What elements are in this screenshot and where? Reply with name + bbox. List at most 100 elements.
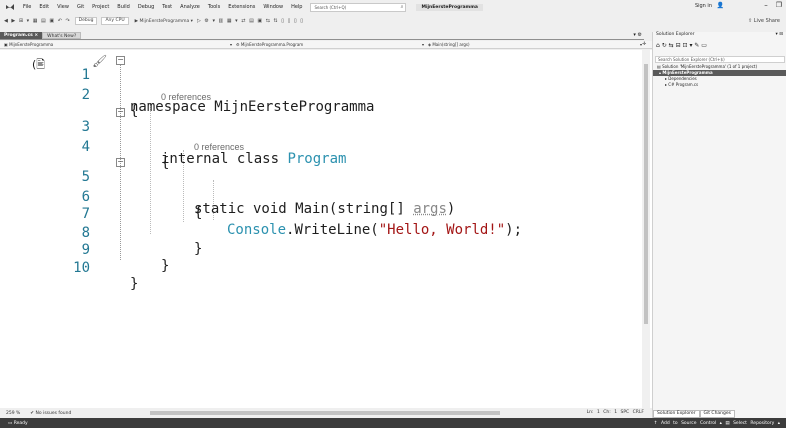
menu-edit[interactable]: Edit bbox=[35, 4, 53, 10]
solution-tree: ▤ Solution 'MijnEersteProgramma' (1 of 1… bbox=[653, 64, 786, 88]
solution-explorer-toolbar[interactable]: ⌂ ↻ ⇆ ⊟ ⊡ ▾ ✎ ▭ bbox=[656, 42, 707, 49]
toolbar-icons-2[interactable]: ▷ ⚙ ▾ ▥ ▦ ▾ ⇄ ▤ ▣ ⇆ ⇅ ▯ ▯ ▯ ▯ bbox=[197, 18, 304, 24]
zoom-level[interactable]: 259 % bbox=[6, 411, 20, 416]
solution-explorer-panel: Solution Explorer ▾ ⊟ ⌂ ↻ ⇆ ⊟ ⊡ ▾ ✎ ▭ Se… bbox=[652, 32, 786, 418]
restore-icon[interactable]: ❐ bbox=[776, 1, 782, 9]
menu-extensions[interactable]: Extensions bbox=[224, 4, 259, 10]
project-dropdown-label: MijnEersteProgramma bbox=[9, 42, 54, 47]
collapse-icon[interactable]: − bbox=[116, 108, 125, 117]
member-dropdown-label: Main(string[] args) bbox=[432, 42, 470, 47]
class-dropdown-label: MijnEersteProgramma.Program bbox=[240, 42, 304, 47]
tree-item-label: Dependencies bbox=[668, 76, 697, 81]
menu-window[interactable]: Window bbox=[259, 4, 287, 10]
menu-tools[interactable]: Tools bbox=[204, 4, 224, 10]
cursor-position: Ln: 1 Ch: 1 SPC CRLF bbox=[586, 410, 644, 415]
ide-window: File Edit View Git Project Build Debug T… bbox=[0, 0, 786, 428]
codelens-references[interactable]: 0 references bbox=[194, 142, 244, 152]
tab-program-cs[interactable]: Program.cs × bbox=[0, 32, 43, 39]
code-line: 2 { bbox=[0, 71, 640, 119]
split-editor-icon[interactable]: ✛ bbox=[642, 41, 646, 47]
codelens-references[interactable]: 0 references bbox=[161, 92, 211, 102]
tab-dropdown-icon[interactable]: ▾ ⚙ bbox=[633, 32, 642, 38]
window-controls: – ❐ bbox=[764, 1, 782, 9]
solution-icon: ▤ bbox=[657, 64, 661, 69]
class-icon: ⚙ bbox=[236, 42, 240, 47]
tree-item-label: C# Program.cs bbox=[668, 82, 699, 87]
status-ready: ▭ Ready bbox=[8, 421, 28, 426]
code-text: } bbox=[130, 276, 139, 292]
code-line: 5 − static void Main(string[] args) bbox=[0, 153, 640, 218]
code-editor[interactable]: (🖹 🖌 1 − namespace MijnEersteProgramma 2… bbox=[0, 50, 652, 408]
expand-icon: ▸ bbox=[665, 82, 668, 87]
solution-search-placeholder: Search Solution Explorer (Ctrl+$) bbox=[658, 57, 725, 62]
method-icon: ◈ bbox=[428, 42, 432, 47]
minimize-icon[interactable]: – bbox=[764, 1, 768, 9]
tree-item-program-cs[interactable]: ▸ C# Program.cs bbox=[653, 82, 786, 88]
menu-help[interactable]: Help bbox=[287, 4, 306, 10]
panel-options-icon[interactable]: ▾ ⊟ bbox=[776, 32, 783, 37]
csharp-project-icon: ▣ bbox=[4, 42, 8, 47]
toolbar: ◀ ▶ ⊞ ▾ ▦ ▤ ▣ ↶ ↷ Debug Any CPU ▶ MijnEe… bbox=[0, 14, 786, 28]
menu-project[interactable]: Project bbox=[88, 4, 113, 10]
editor-status-bar: 259 % ✔ No issues found Ln: 1 Ch: 1 SPC … bbox=[0, 408, 652, 418]
class-dropdown[interactable]: ⚙ MijnEersteProgramma.Program bbox=[236, 42, 303, 47]
line-number: 2 bbox=[81, 87, 90, 103]
chevron-down-icon[interactable]: ▾ bbox=[422, 42, 424, 47]
platform-dropdown[interactable]: Any CPU bbox=[101, 17, 129, 25]
collapse-icon[interactable]: − bbox=[116, 56, 125, 65]
live-share-button[interactable]: ⇪ Live Share bbox=[748, 18, 780, 24]
search-box[interactable]: Search (Ctrl+Q) ⌕ bbox=[310, 2, 407, 12]
tree-item-label: MijnEersteProgramma bbox=[662, 70, 713, 75]
status-right: ↑ Add to Source Control ▴ ▤ Select Repos… bbox=[654, 421, 780, 426]
menu-analyze[interactable]: Analyze bbox=[176, 4, 204, 10]
issues-indicator[interactable]: ✔ No issues found bbox=[30, 411, 71, 416]
chevron-down-icon[interactable]: ▾ bbox=[230, 42, 232, 47]
tab-solution-explorer[interactable]: Solution Explorer bbox=[653, 410, 700, 418]
member-dropdown[interactable]: ◈ Main(string[] args) bbox=[428, 42, 470, 47]
project-dropdown[interactable]: ▣ MijnEersteProgramma bbox=[4, 42, 53, 47]
menu-git[interactable]: Git bbox=[73, 4, 88, 10]
code-line: 1 − namespace MijnEersteProgramma bbox=[0, 51, 640, 116]
expand-icon: ▸ bbox=[665, 76, 668, 81]
search-placeholder: Search (Ctrl+Q) bbox=[314, 4, 347, 10]
solution-title: MijnEersteProgramma bbox=[416, 3, 483, 11]
horizontal-scrollbar[interactable] bbox=[150, 411, 500, 415]
visual-studio-logo-icon bbox=[4, 2, 16, 12]
menu-debug[interactable]: Debug bbox=[134, 4, 158, 10]
solution-search-input[interactable]: Search Solution Explorer (Ctrl+$) bbox=[655, 56, 785, 63]
panel-bottom-tabs: Solution Explorer Git Changes bbox=[653, 410, 736, 418]
tab-git-changes[interactable]: Git Changes bbox=[699, 410, 736, 418]
select-repository-button[interactable]: Select Repository ▴ bbox=[733, 421, 780, 426]
menu-bar: File Edit View Git Project Build Debug T… bbox=[0, 0, 786, 14]
status-ready-label: Ready bbox=[13, 420, 28, 426]
add-to-source-control-button[interactable]: ↑ Add to Source Control ▴ bbox=[654, 421, 722, 426]
account-icon[interactable]: 👤 bbox=[717, 2, 724, 9]
repository-icon: ▤ bbox=[725, 421, 730, 426]
menu-test[interactable]: Test bbox=[158, 4, 176, 10]
panel-title: Solution Explorer bbox=[656, 32, 695, 37]
menu-file[interactable]: File bbox=[19, 4, 35, 10]
configuration-dropdown[interactable]: Debug bbox=[74, 17, 98, 25]
toolbar-icons[interactable]: ◀ ▶ ⊞ ▾ ▦ ▤ ▣ ↶ ↷ bbox=[4, 18, 71, 24]
live-share-icon: ⇪ bbox=[747, 18, 753, 24]
live-share-label: Live Share bbox=[753, 18, 780, 24]
code-line: 4 { bbox=[0, 123, 640, 171]
issues-label: No issues found bbox=[35, 410, 72, 416]
line-number: 10 bbox=[73, 260, 90, 276]
output-icon: ▭ bbox=[8, 420, 13, 426]
collapse-icon[interactable]: − bbox=[116, 158, 125, 167]
scrollbar-thumb[interactable] bbox=[644, 64, 648, 324]
sign-in-link[interactable]: Sign in bbox=[695, 3, 712, 9]
tree-item-label: Solution 'MijnEersteProgramma' (1 of 1 p… bbox=[662, 64, 758, 69]
menu-view[interactable]: View bbox=[53, 4, 73, 10]
code-line: 10 } bbox=[0, 244, 640, 292]
expand-icon: ▴ bbox=[659, 70, 662, 75]
tab-whats-new[interactable]: What's New? bbox=[42, 32, 82, 39]
code-line: 3 − internal class Program bbox=[0, 103, 640, 168]
start-debugging-button[interactable]: ▶ MijnEersteProgramma ▾ bbox=[135, 19, 193, 24]
menu-build[interactable]: Build bbox=[113, 4, 134, 10]
document-tabs: Program.cs × What's New? ▾ ⚙ bbox=[0, 32, 644, 40]
check-icon: ✔ bbox=[30, 410, 35, 416]
vertical-scrollbar[interactable] bbox=[642, 50, 650, 408]
status-bar: ▭ Ready ↑ Add to Source Control ▴ ▤ Sele… bbox=[0, 418, 786, 428]
